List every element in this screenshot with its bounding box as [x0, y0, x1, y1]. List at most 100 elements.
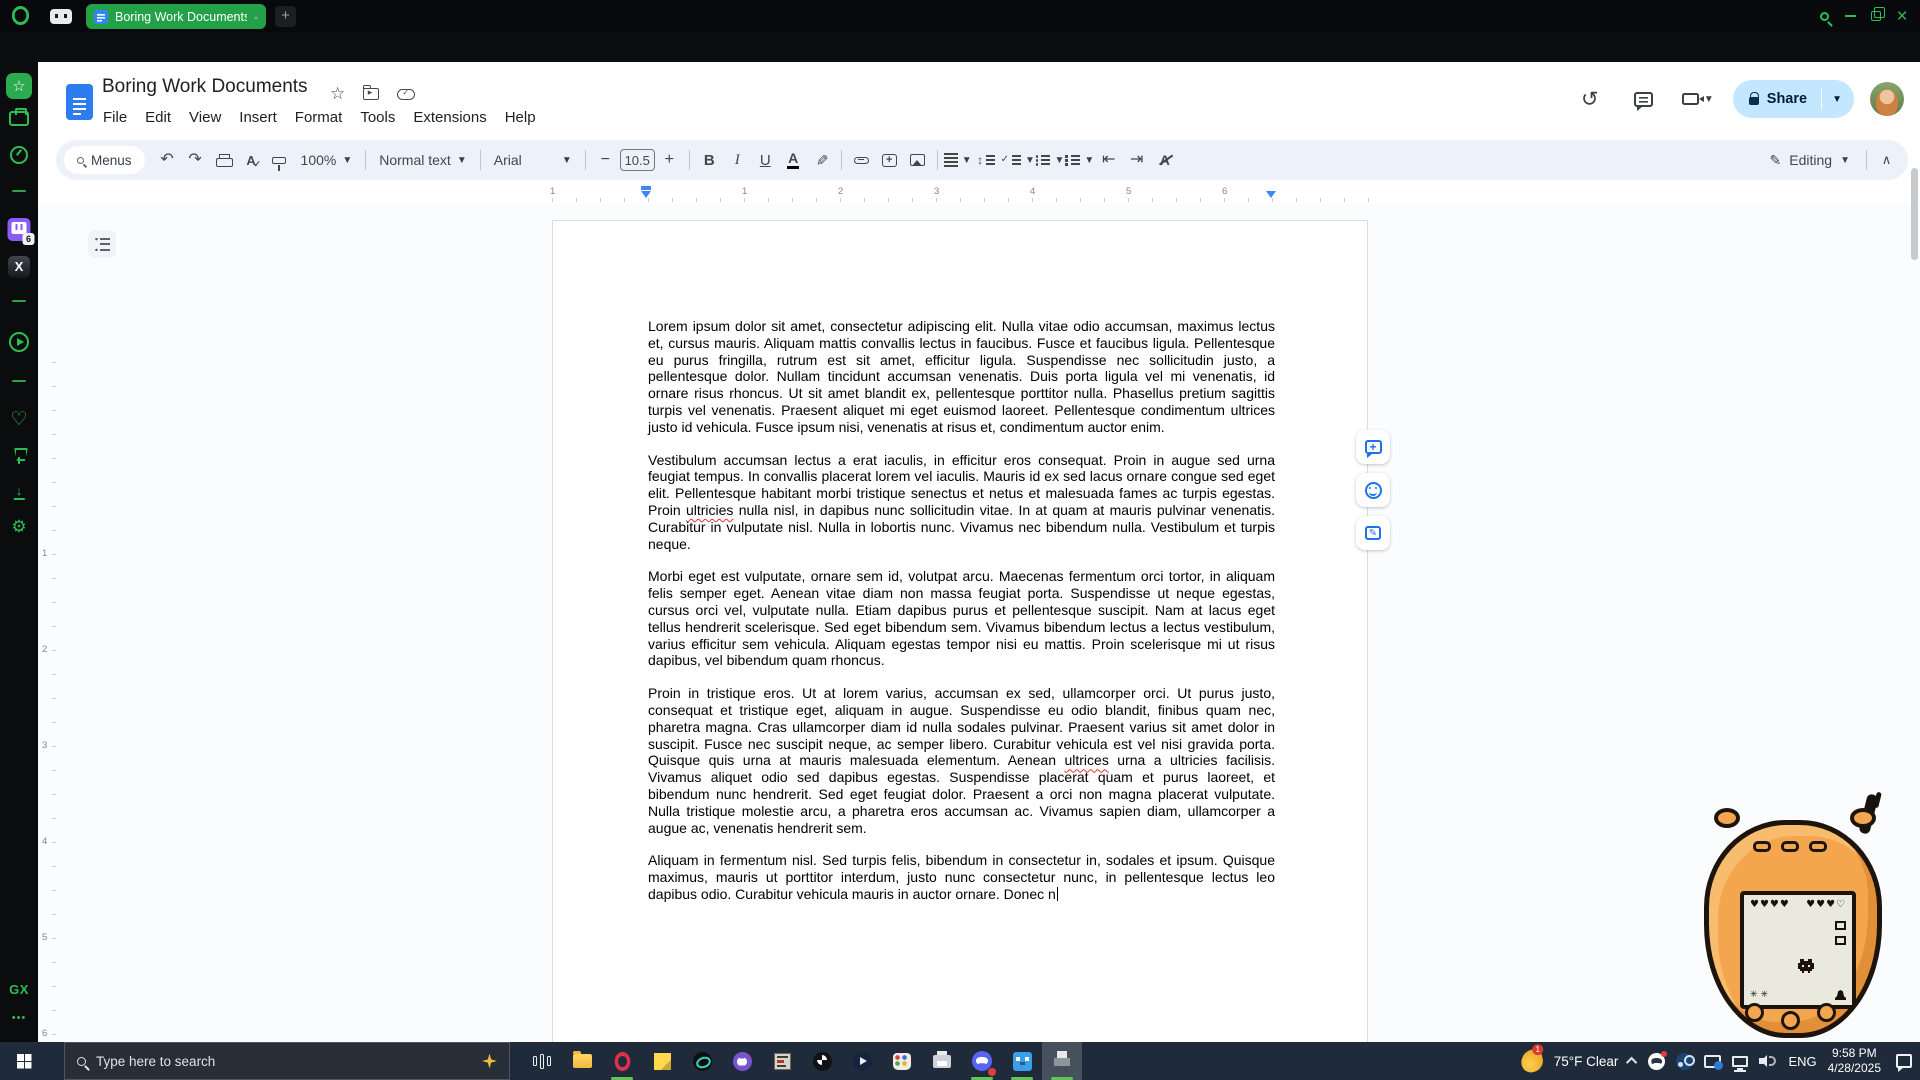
paragraph-style-select[interactable]: Normal text▼: [372, 147, 473, 174]
spellcheck-button[interactable]: A: [238, 147, 265, 174]
ruler-vertical[interactable]: 1234567: [40, 362, 56, 1042]
add-comment-rail-button[interactable]: +: [1356, 430, 1390, 464]
menu-format[interactable]: Format: [286, 106, 352, 129]
editing-mode-select[interactable]: ✎ Editing ▼: [1760, 152, 1860, 169]
copilot-sparkle-icon[interactable]: [482, 1054, 497, 1069]
task-view-button[interactable]: [522, 1042, 562, 1080]
gx-corner-icon[interactable]: [50, 9, 72, 24]
opera-gx-logo-icon[interactable]: [12, 6, 29, 25]
google-docs-logo-icon[interactable]: [66, 84, 93, 120]
share-dropdown-button[interactable]: ▼: [1821, 88, 1854, 110]
clear-formatting-button[interactable]: A: [1151, 147, 1178, 174]
right-indent-marker[interactable]: [1266, 191, 1276, 198]
sidebar-gx-control-button[interactable]: [10, 146, 28, 164]
undo-button[interactable]: ↶: [154, 147, 181, 174]
font-select[interactable]: Arial▼: [487, 147, 579, 174]
first-line-indent-marker[interactable]: [641, 186, 651, 190]
browser-tab[interactable]: Boring Work Documents -: [86, 4, 266, 29]
increase-indent-button[interactable]: ⇥: [1123, 147, 1150, 174]
menu-edit[interactable]: Edit: [136, 106, 180, 129]
unity-app[interactable]: [682, 1042, 722, 1080]
bulleted-list-button[interactable]: ▼: [1036, 147, 1064, 174]
sidebar-more-button[interactable]: •••: [12, 1012, 27, 1024]
menu-insert[interactable]: Insert: [230, 106, 286, 129]
sidebar-pinboards-button[interactable]: [12, 447, 26, 465]
network-icon[interactable]: [1732, 1056, 1748, 1067]
add-comment-button[interactable]: +: [876, 147, 903, 174]
show-outline-button[interactable]: [88, 230, 116, 258]
sidebar-gx-corner-button[interactable]: ☆: [6, 73, 32, 99]
steam-tray-icon[interactable]: [1676, 1053, 1693, 1070]
gx-store-label[interactable]: GX: [9, 982, 29, 997]
document-status-cloud-icon[interactable]: [397, 89, 415, 100]
menus-search-button[interactable]: Menus: [64, 146, 145, 174]
opera-gx-app[interactable]: [602, 1042, 642, 1080]
increase-font-size-button[interactable]: +: [656, 147, 683, 174]
button-b[interactable]: [1781, 1011, 1800, 1030]
move-to-folder-icon[interactable]: [363, 88, 379, 100]
sidebar-twitch-button[interactable]: 6: [8, 218, 31, 241]
discord-tray-icon[interactable]: [1648, 1053, 1665, 1070]
paint-app[interactable]: [882, 1042, 922, 1080]
clock[interactable]: 9:58 PM 4/28/2025: [1828, 1046, 1881, 1076]
paragraph[interactable]: Vestibulum accumsan lectus a erat iaculi…: [648, 452, 1275, 553]
suggest-edits-button[interactable]: ✎: [1356, 516, 1390, 550]
open-comments-button[interactable]: [1625, 80, 1663, 118]
align-button[interactable]: ▼: [944, 147, 972, 174]
minimize-button[interactable]: [1838, 5, 1862, 27]
rpg-maker-app[interactable]: [762, 1042, 802, 1080]
language-indicator[interactable]: ENG: [1788, 1054, 1816, 1069]
button-c[interactable]: [1817, 1003, 1836, 1022]
button-a[interactable]: [1745, 1003, 1764, 1022]
emoji-reaction-button[interactable]: [1356, 473, 1390, 507]
action-center-icon[interactable]: [1896, 1054, 1912, 1068]
checklist-button[interactable]: ✓▼: [1001, 147, 1035, 174]
menu-tools[interactable]: Tools: [351, 106, 404, 129]
italic-button[interactable]: I: [724, 147, 751, 174]
start-button[interactable]: [0, 1042, 48, 1080]
document-title[interactable]: Boring Work Documents: [102, 76, 308, 98]
document-page[interactable]: Lorem ipsum dolor sit amet, consectetur …: [552, 220, 1368, 1042]
tray-expand-chevron[interactable]: [1626, 1057, 1637, 1068]
share-button[interactable]: Share ▼: [1733, 80, 1854, 118]
sidebar-workspace-button[interactable]: [9, 111, 29, 126]
paragraph[interactable]: Proin in tristique eros. Ut at lorem var…: [648, 685, 1275, 836]
sidebar-settings-button[interactable]: ⚙: [11, 518, 26, 535]
meet-button[interactable]: ▼: [1679, 80, 1717, 118]
menu-help[interactable]: Help: [496, 106, 545, 129]
hide-menus-button[interactable]: ∧: [1873, 147, 1900, 174]
tab-search-button[interactable]: [1812, 5, 1836, 27]
paint-format-button[interactable]: [266, 147, 293, 174]
bold-button[interactable]: B: [696, 147, 723, 174]
pixel-game-app[interactable]: [1002, 1042, 1042, 1080]
obs-studio-app[interactable]: [802, 1042, 842, 1080]
font-size-input[interactable]: 10.5: [620, 149, 655, 171]
sidebar-x-button[interactable]: X: [8, 256, 30, 278]
close-button[interactable]: ×: [1890, 5, 1914, 27]
discord-app[interactable]: [962, 1042, 1002, 1080]
top-button-a[interactable]: [1753, 841, 1771, 852]
misspelled-word[interactable]: ultrices: [1064, 752, 1108, 768]
sidebar-downloads-button[interactable]: ↓: [14, 484, 25, 500]
volume-icon[interactable]: [1759, 1054, 1777, 1068]
highlight-color-button[interactable]: ✎: [808, 147, 835, 174]
maximize-button[interactable]: [1864, 5, 1888, 27]
scrollbar-thumb[interactable]: [1911, 168, 1918, 260]
doc-text[interactable]: Lorem ipsum dolor sit amet, consectetur …: [648, 318, 1275, 919]
text-color-button[interactable]: A: [780, 147, 807, 174]
paragraph[interactable]: Aliquam in fermentum nisl. Sed turpis fe…: [648, 852, 1275, 902]
file-explorer-app[interactable]: [562, 1042, 602, 1080]
ruler-horizontal[interactable]: 1123456: [552, 186, 1370, 202]
cast-tray-icon[interactable]: [1704, 1055, 1721, 1068]
paragraph[interactable]: Morbi eget est vulputate, ornare sem id,…: [648, 568, 1275, 669]
taskbar-search-input[interactable]: Type here to search: [64, 1042, 510, 1080]
insert-image-button[interactable]: [904, 147, 931, 174]
menu-extensions[interactable]: Extensions: [404, 106, 495, 129]
redo-button[interactable]: ↷: [182, 147, 209, 174]
github-desktop-app[interactable]: [722, 1042, 762, 1080]
decrease-indent-button[interactable]: ⇤: [1095, 147, 1122, 174]
top-button-b[interactable]: [1781, 841, 1799, 852]
new-tab-button[interactable]: +: [275, 6, 296, 27]
left-indent-marker[interactable]: [641, 191, 651, 198]
top-button-c[interactable]: [1809, 841, 1827, 852]
